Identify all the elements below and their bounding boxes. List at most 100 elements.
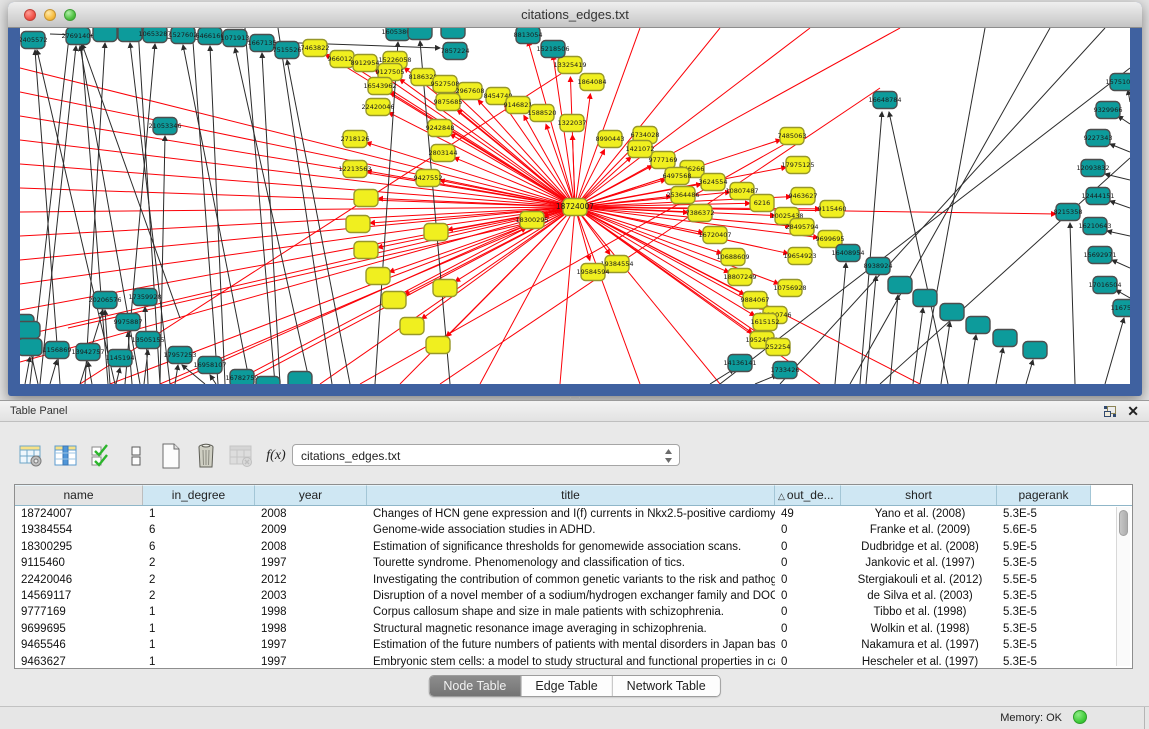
tab-node-table[interactable]: Node Table: [429, 676, 521, 696]
graph-node[interactable]: [288, 372, 312, 385]
graph-edge[interactable]: [575, 28, 900, 207]
graph-node[interactable]: [256, 377, 280, 385]
table-row[interactable]: 1938455462009Genome-wide association stu…: [15, 522, 1132, 538]
graph-edge[interactable]: [1110, 201, 1130, 208]
table-cell[interactable]: 0: [775, 654, 841, 669]
graph-edge[interactable]: [1118, 116, 1130, 124]
graph-edge[interactable]: [968, 335, 976, 384]
graph-edge[interactable]: [80, 46, 140, 384]
graph-edge[interactable]: [210, 375, 216, 384]
table-cell[interactable]: 9115460: [15, 555, 143, 571]
graph-node[interactable]: [966, 317, 990, 334]
column-header-pagerank[interactable]: pagerank: [997, 485, 1091, 505]
table-cell[interactable]: 18300295: [15, 539, 143, 555]
graph-edge[interactable]: [1026, 360, 1033, 384]
graph-edge[interactable]: [40, 46, 76, 384]
table-cell[interactable]: 5.3E-5: [997, 506, 1091, 522]
table-cell[interactable]: 2: [143, 588, 255, 604]
graph-edge[interactable]: [560, 207, 575, 384]
graph-node[interactable]: [93, 28, 117, 42]
graph-edge[interactable]: [160, 207, 575, 384]
table-cell[interactable]: 9699695: [15, 621, 143, 637]
table-vertical-scrollbar[interactable]: [1116, 507, 1130, 666]
graph-edge[interactable]: [860, 112, 882, 384]
column-header-year[interactable]: year: [255, 485, 367, 505]
table-cell[interactable]: Estimation of the future numbers of pati…: [367, 637, 775, 653]
graph-edge[interactable]: [235, 48, 310, 384]
table-cell[interactable]: 49: [775, 506, 841, 522]
graph-node[interactable]: [346, 216, 370, 233]
table-cell[interactable]: 2: [143, 555, 255, 571]
network-canvas[interactable]: 1872400718300295193845541958459474638229…: [20, 28, 1130, 384]
graph-edge[interactable]: [575, 207, 640, 384]
tab-network-table[interactable]: Network Table: [613, 676, 720, 696]
table-cell[interactable]: 2003: [255, 588, 367, 604]
table-cell[interactable]: de Silva et al. (2003): [841, 588, 997, 604]
table-cell[interactable]: Corpus callosum shape and size in male p…: [367, 604, 775, 620]
table-row[interactable]: 977716911998Corpus callosum shape and si…: [15, 604, 1132, 620]
table-cell[interactable]: 9777169: [15, 604, 143, 620]
table-cell[interactable]: 0: [775, 621, 841, 637]
graph-edge[interactable]: [116, 368, 120, 384]
table-cell[interactable]: 1: [143, 654, 255, 669]
table-cell[interactable]: 5.3E-5: [997, 604, 1091, 620]
function-builder-icon[interactable]: f(x): [263, 443, 289, 469]
graph-node[interactable]: [366, 268, 390, 285]
graph-edge[interactable]: [1070, 223, 1075, 384]
table-cell[interactable]: 2009: [255, 522, 367, 538]
graph-edge[interactable]: [1107, 231, 1130, 236]
graph-node[interactable]: [354, 190, 378, 207]
table-cell[interactable]: 1997: [255, 637, 367, 653]
graph-edge[interactable]: [138, 28, 160, 384]
scrollbar-thumb[interactable]: [1119, 510, 1128, 536]
graph-edge[interactable]: [575, 94, 590, 207]
graph-node[interactable]: [20, 322, 40, 339]
graph-node[interactable]: [940, 304, 964, 321]
table-cell[interactable]: 5.9E-5: [997, 539, 1091, 555]
table-cell[interactable]: 5.3E-5: [997, 637, 1091, 653]
table-cell[interactable]: 18724007: [15, 506, 143, 522]
table-cell[interactable]: 0: [775, 604, 841, 620]
table-cell[interactable]: 1: [143, 621, 255, 637]
table-cell[interactable]: Hescheler et al. (1997): [841, 654, 997, 669]
table-cell[interactable]: Structural magnetic resonance image aver…: [367, 621, 775, 637]
graph-edge[interactable]: [1110, 144, 1130, 152]
close-panel-icon[interactable]: ✕: [1127, 403, 1139, 419]
network-window[interactable]: citations_edges.txt 18724007183002951938…: [8, 2, 1142, 396]
table-cell[interactable]: 19384554: [15, 522, 143, 538]
table-cell[interactable]: Genome-wide association studies in ADHD.: [367, 522, 775, 538]
table-settings-icon[interactable]: [18, 443, 44, 469]
table-cell[interactable]: 1997: [255, 654, 367, 669]
table-cell[interactable]: 0: [775, 522, 841, 538]
graph-edge[interactable]: [88, 362, 92, 384]
graph-edge[interactable]: [480, 207, 575, 384]
table-cell[interactable]: 1: [143, 637, 255, 653]
graph-edge[interactable]: [570, 77, 575, 207]
table-row[interactable]: 1830029562008Estimation of significance …: [15, 539, 1132, 555]
table-cell[interactable]: 6: [143, 539, 255, 555]
table-row[interactable]: 2242004622012Investigating the contribut…: [15, 572, 1132, 588]
table-cell[interactable]: 2012: [255, 572, 367, 588]
float-panel-icon[interactable]: [1103, 405, 1117, 418]
graph-node[interactable]: [888, 277, 912, 294]
table-cell[interactable]: Tourette syndrome. Phenomenology and cla…: [367, 555, 775, 571]
window-titlebar[interactable]: citations_edges.txt: [8, 2, 1142, 28]
column-header-in-degree[interactable]: in_degree: [143, 485, 255, 505]
graph-node[interactable]: [1023, 342, 1047, 359]
graph-node[interactable]: [441, 28, 465, 39]
table-cell[interactable]: 1: [143, 604, 255, 620]
graph-edge[interactable]: [160, 136, 165, 384]
table-cell[interactable]: 2: [143, 572, 255, 588]
graph-edge[interactable]: [850, 28, 1050, 384]
table-row[interactable]: 946554611997Estimation of the future num…: [15, 637, 1132, 653]
table-cell[interactable]: 9465546: [15, 637, 143, 653]
graph-edge[interactable]: [50, 360, 57, 384]
table-cell[interactable]: 0: [775, 555, 841, 571]
table-row[interactable]: 911546021997Tourette syndrome. Phenomeno…: [15, 555, 1132, 571]
graph-edge[interactable]: [20, 164, 575, 207]
table-cell[interactable]: Tibbo et al. (1998): [841, 604, 997, 620]
graph-node[interactable]: [408, 28, 432, 40]
table-cell[interactable]: 5.6E-5: [997, 522, 1091, 538]
graph-node[interactable]: [354, 242, 378, 259]
table-cell[interactable]: 14569117: [15, 588, 143, 604]
